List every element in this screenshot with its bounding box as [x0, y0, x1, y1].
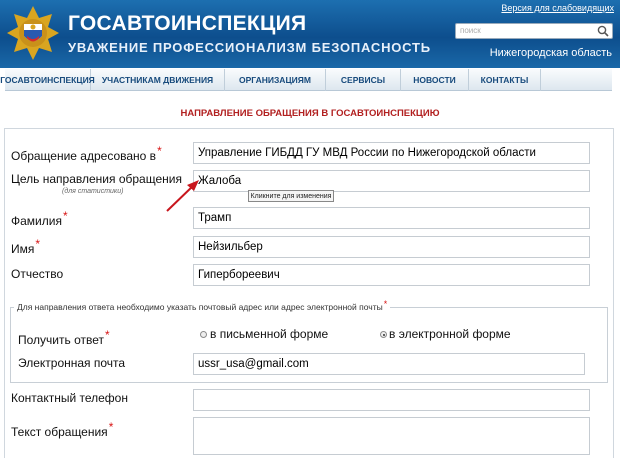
appeal-text-area[interactable] — [193, 417, 590, 455]
nav-item-services[interactable]: СЕРВИСЫ — [326, 69, 401, 91]
nav-item-news[interactable]: НОВОСТИ — [401, 69, 469, 91]
change-tooltip: Кликните для изменения — [248, 190, 334, 202]
addressed-field[interactable]: Управление ГИБДД ГУ МВД России по Нижего… — [193, 142, 590, 164]
patronymic-field[interactable]: Гипербореевич — [193, 264, 590, 286]
required-mark: * — [35, 237, 41, 251]
accessibility-version-link[interactable]: Версия для слабовидящих — [501, 3, 614, 13]
purpose-label: Цель направления обращения — [11, 172, 182, 186]
email-label: Электронная почта — [18, 356, 126, 370]
reply-label: Получить ответ* — [18, 328, 110, 347]
text-label: Текст обращения* — [11, 420, 114, 439]
region-selector[interactable]: Нижегородская область — [490, 47, 612, 59]
site-title[interactable]: ГОСАВТОИНСПЕКЦИЯ — [68, 12, 306, 36]
reply-written-label[interactable]: в письменной форме — [210, 327, 328, 341]
surname-field[interactable]: Трамп — [193, 207, 590, 229]
required-mark: * — [383, 299, 388, 309]
site-slogan: УВАЖЕНИЕ ПРОФЕССИОНАЛИЗМ БЕЗОПАСНОСТЬ — [68, 40, 431, 55]
nav-item-organizations[interactable]: ОРГАНИЗАЦИЯМ — [225, 69, 326, 91]
purpose-sublabel: (для статистики) — [62, 188, 124, 195]
search-placeholder: поиск — [460, 26, 481, 35]
nav-item-traffic-participants[interactable]: УЧАСТНИКАМ ДВИЖЕНИЯ — [91, 69, 225, 91]
reply-written-radio[interactable] — [200, 331, 207, 338]
required-mark: * — [157, 144, 162, 158]
email-field[interactable]: ussr_usa@gmail.com — [193, 353, 585, 375]
gibdd-emblem-icon[interactable] — [4, 2, 62, 64]
required-mark: * — [108, 420, 114, 434]
search-icon[interactable] — [596, 24, 610, 38]
surname-label: Фамилия* — [11, 209, 68, 228]
name-label: Имя* — [11, 237, 41, 256]
search-input[interactable]: поиск — [455, 23, 613, 39]
purpose-field[interactable]: Жалоба — [193, 170, 590, 192]
phone-field[interactable] — [193, 389, 590, 411]
addressed-label: Обращение адресовано в* — [11, 144, 162, 163]
patronymic-label: Отчество — [11, 267, 64, 281]
required-mark: * — [105, 328, 110, 342]
name-field[interactable]: Нейзильбер — [193, 236, 590, 258]
reply-email-radio[interactable] — [380, 331, 387, 338]
nav-item-contacts[interactable]: КОНТАКТЫ — [469, 69, 541, 91]
main-nav: ГОСАВТОИНСПЕКЦИЯ УЧАСТНИКАМ ДВИЖЕНИЯ ОРГ… — [0, 69, 612, 91]
reply-fieldset-legend: Для направления ответа необходимо указат… — [14, 299, 391, 312]
site-header: ГОСАВТОИНСПЕКЦИЯ УВАЖЕНИЕ ПРОФЕССИОНАЛИЗ… — [0, 0, 620, 68]
nav-item-gosavtoinspektsiya[interactable]: ГОСАВТОИНСПЕКЦИЯ — [0, 69, 95, 91]
form-title: НАПРАВЛЕНИЕ ОБРАЩЕНИЯ В ГОСАВТОИНСПЕКЦИЮ — [180, 108, 440, 119]
required-mark: * — [62, 209, 68, 223]
phone-label: Контактный телефон — [11, 391, 128, 405]
reply-email-label[interactable]: в электронной форме — [389, 327, 511, 341]
